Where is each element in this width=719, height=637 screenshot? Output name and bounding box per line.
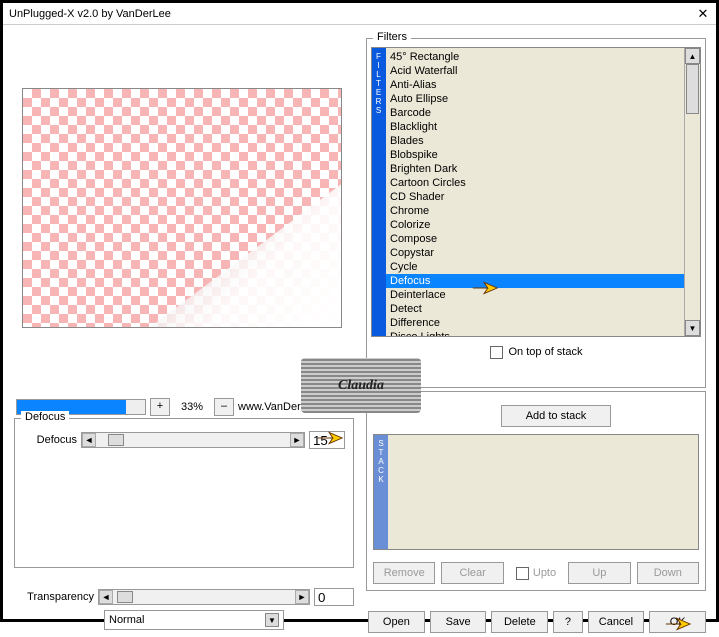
scrollbar-thumb[interactable] [686,64,699,114]
filter-item[interactable]: Auto Ellipse [386,92,684,106]
up-button[interactable]: Up [568,562,630,584]
filter-item[interactable]: Detect [386,302,684,316]
filter-item[interactable]: Copystar [386,246,684,260]
transparency-label: Transparency [14,591,94,603]
pointer-cursor-icon [664,614,692,634]
filter-item[interactable]: Blades [386,134,684,148]
defocus-legend: Defocus [21,411,69,423]
transparency-value-input[interactable] [314,588,354,606]
slider-left-arrow-icon[interactable]: ◄ [99,590,113,604]
close-button[interactable]: ✕ [692,5,714,23]
window-title: UnPlugged-X v2.0 by VanDerLee [9,8,692,20]
slider-left-arrow-icon[interactable]: ◄ [82,433,96,447]
filter-item[interactable]: Disco Lights [386,330,684,336]
filter-item[interactable]: Difference [386,316,684,330]
watermark-overlay: Claudia [301,358,421,413]
filter-item[interactable]: Blacklight [386,120,684,134]
stack-group: STACK Remove Clear Upto Up Down [366,391,706,591]
zoom-value: 33% [174,401,210,413]
upto-label: Upto [533,567,556,579]
filter-item[interactable]: Blobspike [386,148,684,162]
defocus-slider[interactable]: ◄ ► [81,432,305,448]
filter-item[interactable]: Colorize [386,218,684,232]
preview-image [22,88,342,328]
scroll-down-arrow-icon[interactable]: ▼ [685,320,700,336]
filters-legend: Filters [373,31,411,43]
filter-item[interactable]: Brighten Dark [386,162,684,176]
defocus-group: Defocus Defocus ◄ ► [14,418,354,568]
pointer-cursor-icon [471,278,499,298]
filter-item[interactable]: Defocus [386,274,684,288]
filters-group: Filters FILTERS 45° RectangleAcid Waterf… [366,38,706,388]
slider-thumb[interactable] [108,434,124,446]
filters-sidebar-label: FILTERS [372,48,386,336]
filter-item[interactable]: Acid Waterfall [386,64,684,78]
ontop-checkbox[interactable] [490,346,503,359]
chevron-down-icon[interactable]: ▼ [265,613,279,627]
filter-item[interactable]: Deinterlace [386,288,684,302]
stack-listbox[interactable]: STACK [373,434,699,550]
filter-item[interactable]: Compose [386,232,684,246]
pointer-cursor-icon [316,428,344,448]
zoom-in-button[interactable]: + [150,398,170,416]
save-button[interactable]: Save [430,611,487,633]
filter-item[interactable]: Cartoon Circles [386,176,684,190]
help-button[interactable]: ? [553,611,582,633]
filter-item[interactable]: Cycle [386,260,684,274]
remove-button[interactable]: Remove [373,562,435,584]
clear-button[interactable]: Clear [441,562,503,584]
filter-item[interactable]: 45° Rectangle [386,50,684,64]
transparency-slider[interactable]: ◄ ► [98,589,310,605]
delete-button[interactable]: Delete [491,611,548,633]
slider-right-arrow-icon[interactable]: ► [290,433,304,447]
slider-thumb[interactable] [117,591,133,603]
zoom-out-button[interactable]: – [214,398,234,416]
stack-sidebar-label: STACK [374,435,388,549]
filters-scrollbar[interactable]: ▲ ▼ [684,48,700,336]
titlebar: UnPlugged-X v2.0 by VanDerLee ✕ [3,3,716,25]
blend-mode-value: Normal [109,614,144,626]
filter-listbox[interactable]: FILTERS 45° RectangleAcid WaterfallAnti-… [371,47,701,337]
window: UnPlugged-X v2.0 by VanDerLee ✕ + 33% – … [0,0,719,622]
down-button[interactable]: Down [637,562,699,584]
blend-mode-select[interactable]: Normal ▼ [104,610,284,630]
filter-item[interactable]: CD Shader [386,190,684,204]
cancel-button[interactable]: Cancel [588,611,645,633]
filter-item[interactable]: Chrome [386,204,684,218]
defocus-label: Defocus [23,434,77,446]
slider-right-arrow-icon[interactable]: ► [295,590,309,604]
filter-item[interactable]: Barcode [386,106,684,120]
filter-item[interactable]: Anti-Alias [386,78,684,92]
upto-checkbox[interactable] [516,567,529,580]
open-button[interactable]: Open [368,611,425,633]
scroll-up-arrow-icon[interactable]: ▲ [685,48,700,64]
ontop-label: On top of stack [509,346,583,358]
